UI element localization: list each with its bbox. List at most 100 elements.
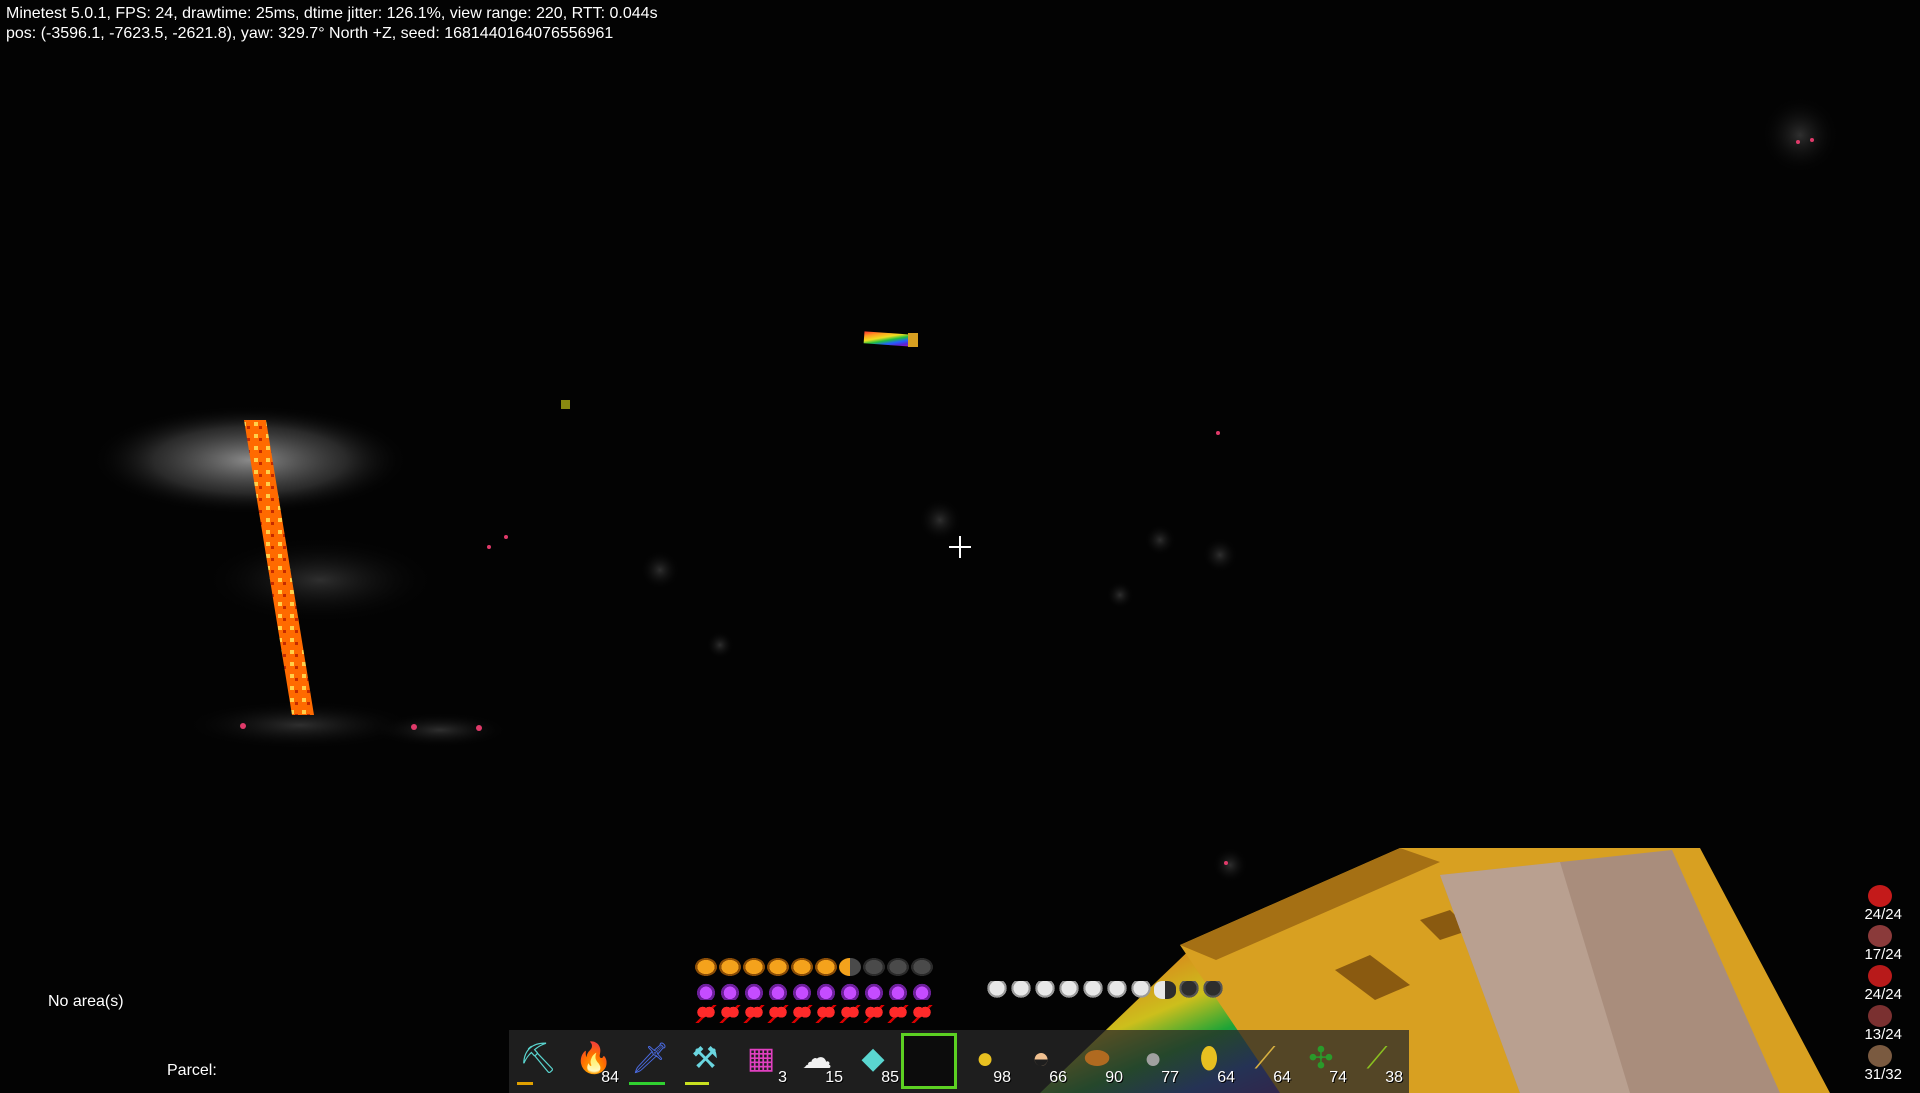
hotbar-slot[interactable]: ✣ 74 [1293, 1033, 1349, 1089]
hunger-icon [767, 958, 789, 976]
health-bar [695, 1005, 933, 1023]
side-stat-value: 17/24 [1864, 946, 1902, 963]
stamina-icon [1868, 925, 1892, 947]
armor-icon [1130, 981, 1152, 999]
mana-icon [767, 982, 789, 1000]
side-stat-value: 24/24 [1864, 986, 1902, 1003]
item-count: 98 [993, 1069, 1011, 1086]
lit-cave-floor [200, 535, 440, 625]
health-heart-icon [1868, 885, 1892, 907]
side-stat: 17/24 [1846, 925, 1902, 965]
mana-icon [863, 982, 885, 1000]
side-stat: 13/24 [1846, 1005, 1902, 1045]
heart-icon [695, 1005, 717, 1023]
armor-bar [986, 981, 1224, 999]
diamond-shovel-icon: ⚒ [691, 1042, 719, 1075]
hotbar-slot[interactable]: 🔥 84 [565, 1033, 621, 1089]
armor-icon [1058, 981, 1080, 999]
hunger-icon [719, 958, 741, 976]
hotbar-slot[interactable]: ▦ 3 [733, 1033, 789, 1089]
mana-icon [839, 982, 861, 1000]
mese-block [561, 400, 570, 409]
heart-icon [791, 1005, 813, 1023]
debug-info-line-1: Minetest 5.0.1, FPS: 24, drawtime: 25ms,… [6, 5, 658, 22]
item-count: 90 [1105, 1069, 1123, 1086]
armor-icon [1202, 981, 1224, 999]
hunger-icon [887, 958, 909, 976]
side-stat-value: 24/24 [1864, 906, 1902, 923]
side-stats-panel: 24/24 17/24 24/24 13/24 31/32 [1846, 885, 1902, 1085]
hunger-icon [863, 958, 885, 976]
area-label: No area(s) [48, 993, 124, 1010]
hotbar-slot[interactable]: ● 77 [1125, 1033, 1181, 1089]
crosshair [949, 536, 971, 558]
diamond-pickaxe-icon: ⛏ [519, 1042, 558, 1075]
hotbar-slot[interactable]: ◆ 85 [845, 1033, 901, 1089]
hunger-icon [815, 958, 837, 976]
item-count: 64 [1217, 1069, 1235, 1086]
mana-icon [743, 982, 765, 1000]
heart-icon [839, 1005, 861, 1023]
item-count: 15 [825, 1069, 843, 1086]
item-count: 85 [881, 1069, 899, 1086]
heart-icon [719, 1005, 741, 1023]
mana-bar [695, 982, 933, 1000]
item-count: 64 [1273, 1069, 1291, 1086]
hunger-icon [695, 958, 717, 976]
mana-icon [815, 982, 837, 1000]
mana-icon [887, 982, 909, 1000]
hunger-icon [791, 958, 813, 976]
heart-icon [911, 1005, 933, 1023]
heart-icon [887, 1005, 909, 1023]
armor-icon [1106, 981, 1128, 999]
empty-slot [911, 1041, 947, 1077]
armor-icon [1178, 981, 1200, 999]
game-viewport[interactable]: Minetest 5.0.1, FPS: 24, drawtime: 25ms,… [0, 0, 1920, 1093]
armor-icon [1034, 981, 1056, 999]
hunger-bar [695, 958, 933, 976]
diamond-sword-icon: 🗡 [631, 1042, 670, 1075]
item-count: 38 [1385, 1069, 1403, 1086]
mana-icon [911, 982, 933, 1000]
hotbar-slot[interactable]: ⬬ 90 [1069, 1033, 1125, 1089]
mana-icon [695, 982, 717, 1000]
parcel-label: Parcel: [167, 1062, 217, 1079]
hotbar-slot[interactable]: ⬮ 64 [1181, 1033, 1237, 1089]
side-stat-value: 13/24 [1864, 1026, 1902, 1043]
mana-icon [791, 982, 813, 1000]
hotbar-slot[interactable]: 🗡 [621, 1033, 677, 1089]
armor-icon [1010, 981, 1032, 999]
hotbar-slot[interactable]: ☁ 15 [789, 1033, 845, 1089]
rainbow-item-entity [863, 331, 913, 347]
hunger-icon [743, 958, 765, 976]
hotbar-slot[interactable]: ⚒ [677, 1033, 733, 1089]
hotbar-slot[interactable]: ⟋ 64 [1237, 1033, 1293, 1089]
item-count: 84 [601, 1069, 619, 1086]
hotbar-slot[interactable]: ◓ 66 [1013, 1033, 1069, 1089]
hotbar[interactable]: ⛏ 🔥 84 🗡 ⚒ ▦ 3 ☁ 15 ◆ 85 ● 98 ◓ 66 ⬬ 90 ● 77 ⬮ 64 ⟋ 64 ✣ 74 ⟋ 38 [509, 1030, 1409, 1093]
side-stat: 24/24 [1846, 885, 1902, 925]
tool-wear-bar [517, 1082, 533, 1085]
hotbar-slot[interactable]: ● 98 [957, 1033, 1013, 1089]
armor-icon [1082, 981, 1104, 999]
hotbar-slot[interactable]: ⛏ [509, 1033, 565, 1089]
side-stat-value: 31/32 [1864, 1066, 1902, 1083]
debug-info-line-2: pos: (-3596.1, -7623.5, -2621.8), yaw: 3… [6, 25, 614, 42]
thirst-icon [1868, 1005, 1892, 1027]
hunger-heart-icon [1868, 965, 1892, 987]
side-stat: 24/24 [1846, 965, 1902, 1005]
item-count: 66 [1049, 1069, 1067, 1086]
hotbar-slot[interactable] [901, 1033, 957, 1089]
hunger-icon [911, 958, 933, 976]
tool-wear-bar [629, 1082, 665, 1085]
backpack-icon [1868, 1045, 1892, 1067]
armor-icon [1154, 981, 1176, 999]
mana-icon [719, 982, 741, 1000]
tool-wear-bar [685, 1082, 709, 1085]
heart-icon [863, 1005, 885, 1023]
item-count: 74 [1329, 1069, 1347, 1086]
armor-icon [986, 981, 1008, 999]
hotbar-slot[interactable]: ⟋ 38 [1349, 1033, 1405, 1089]
rainbow-block-icon: ▦ [746, 1042, 776, 1075]
heart-icon [815, 1005, 837, 1023]
